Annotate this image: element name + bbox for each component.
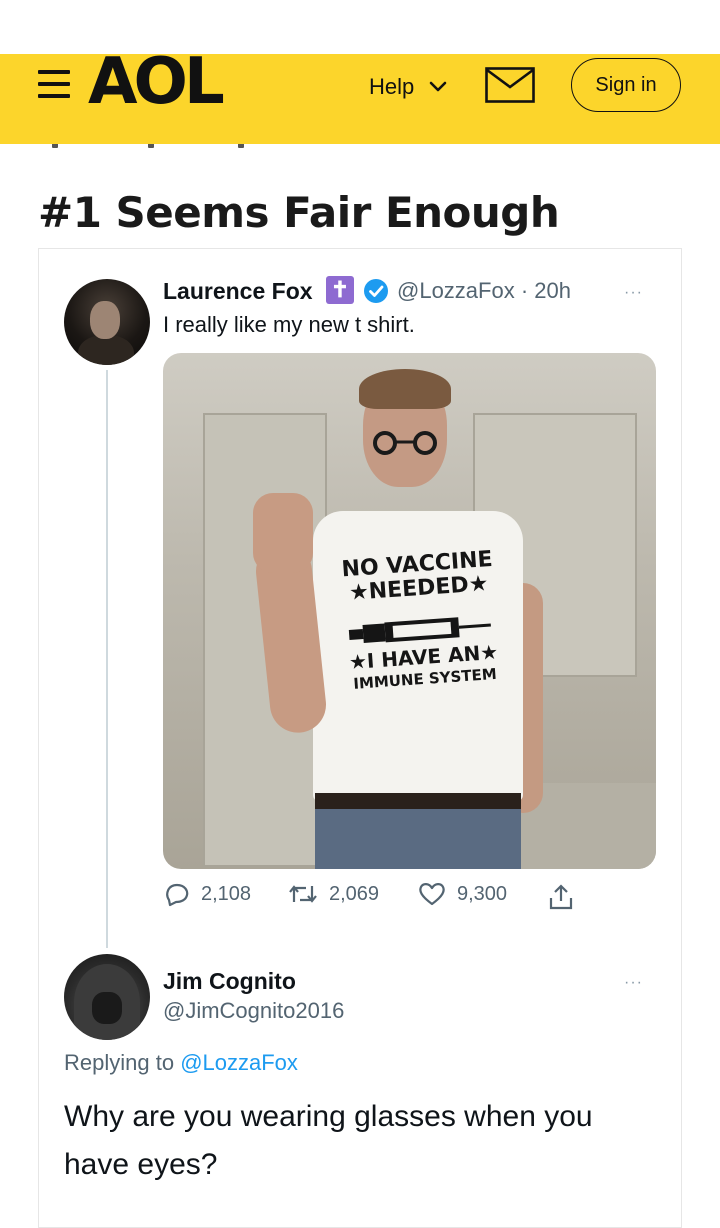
- reply-button[interactable]: 2,108: [163, 880, 251, 908]
- more-options-icon[interactable]: ···: [624, 284, 643, 302]
- chevron-down-icon: [429, 81, 447, 92]
- like-count: 9,300: [457, 882, 508, 905]
- cutoff-text-fragment: [38, 144, 338, 154]
- share-icon[interactable]: [547, 882, 575, 912]
- aol-logo[interactable]: AOL: [88, 50, 225, 114]
- verified-icon: [364, 279, 388, 303]
- retweet-count: 2,069: [329, 882, 380, 905]
- like-icon: [419, 883, 445, 906]
- reply-count: 2,108: [201, 882, 252, 905]
- like-button[interactable]: 9,300: [417, 880, 507, 908]
- more-options-icon[interactable]: ···: [624, 974, 643, 992]
- help-menu[interactable]: Help: [369, 74, 448, 100]
- reply-icon: [166, 883, 189, 907]
- tweet-author-name[interactable]: Laurence Fox: [163, 278, 313, 305]
- reply-author-handle[interactable]: @JimCognito2016: [163, 998, 344, 1024]
- tweet-actions: 2,108 2,069 9,300: [163, 880, 593, 914]
- cross-badge-icon: ✝: [326, 276, 354, 304]
- avatar[interactable]: [64, 279, 150, 365]
- menu-icon[interactable]: [38, 68, 70, 100]
- thread-connector: [106, 370, 108, 948]
- aol-header: AOL Help Sign in: [0, 50, 720, 144]
- replying-to: Replying to @LozzaFox: [64, 1050, 298, 1075]
- avatar[interactable]: [64, 954, 150, 1040]
- mail-icon[interactable]: [485, 67, 535, 103]
- tweet-text: I really like my new t shirt.: [163, 312, 415, 337]
- retweet-icon: [289, 885, 317, 903]
- article-title: #1 Seems Fair Enough: [38, 188, 560, 237]
- tweet-photo[interactable]: NO VACCINE ★NEEDED★ ★I HAVE AN★ IMMUNE S…: [163, 353, 656, 869]
- tweet-author-handle[interactable]: @LozzaFox · 20h: [397, 278, 571, 304]
- replying-to-link[interactable]: @LozzaFox: [180, 1050, 298, 1075]
- help-label: Help: [369, 74, 415, 99]
- retweet-button[interactable]: 2,069: [287, 880, 379, 908]
- reply-author-name[interactable]: Jim Cognito: [163, 968, 296, 995]
- reply-text: Why are you wearing glasses when you hav…: [64, 1100, 593, 1181]
- sign-in-button[interactable]: Sign in: [571, 58, 681, 112]
